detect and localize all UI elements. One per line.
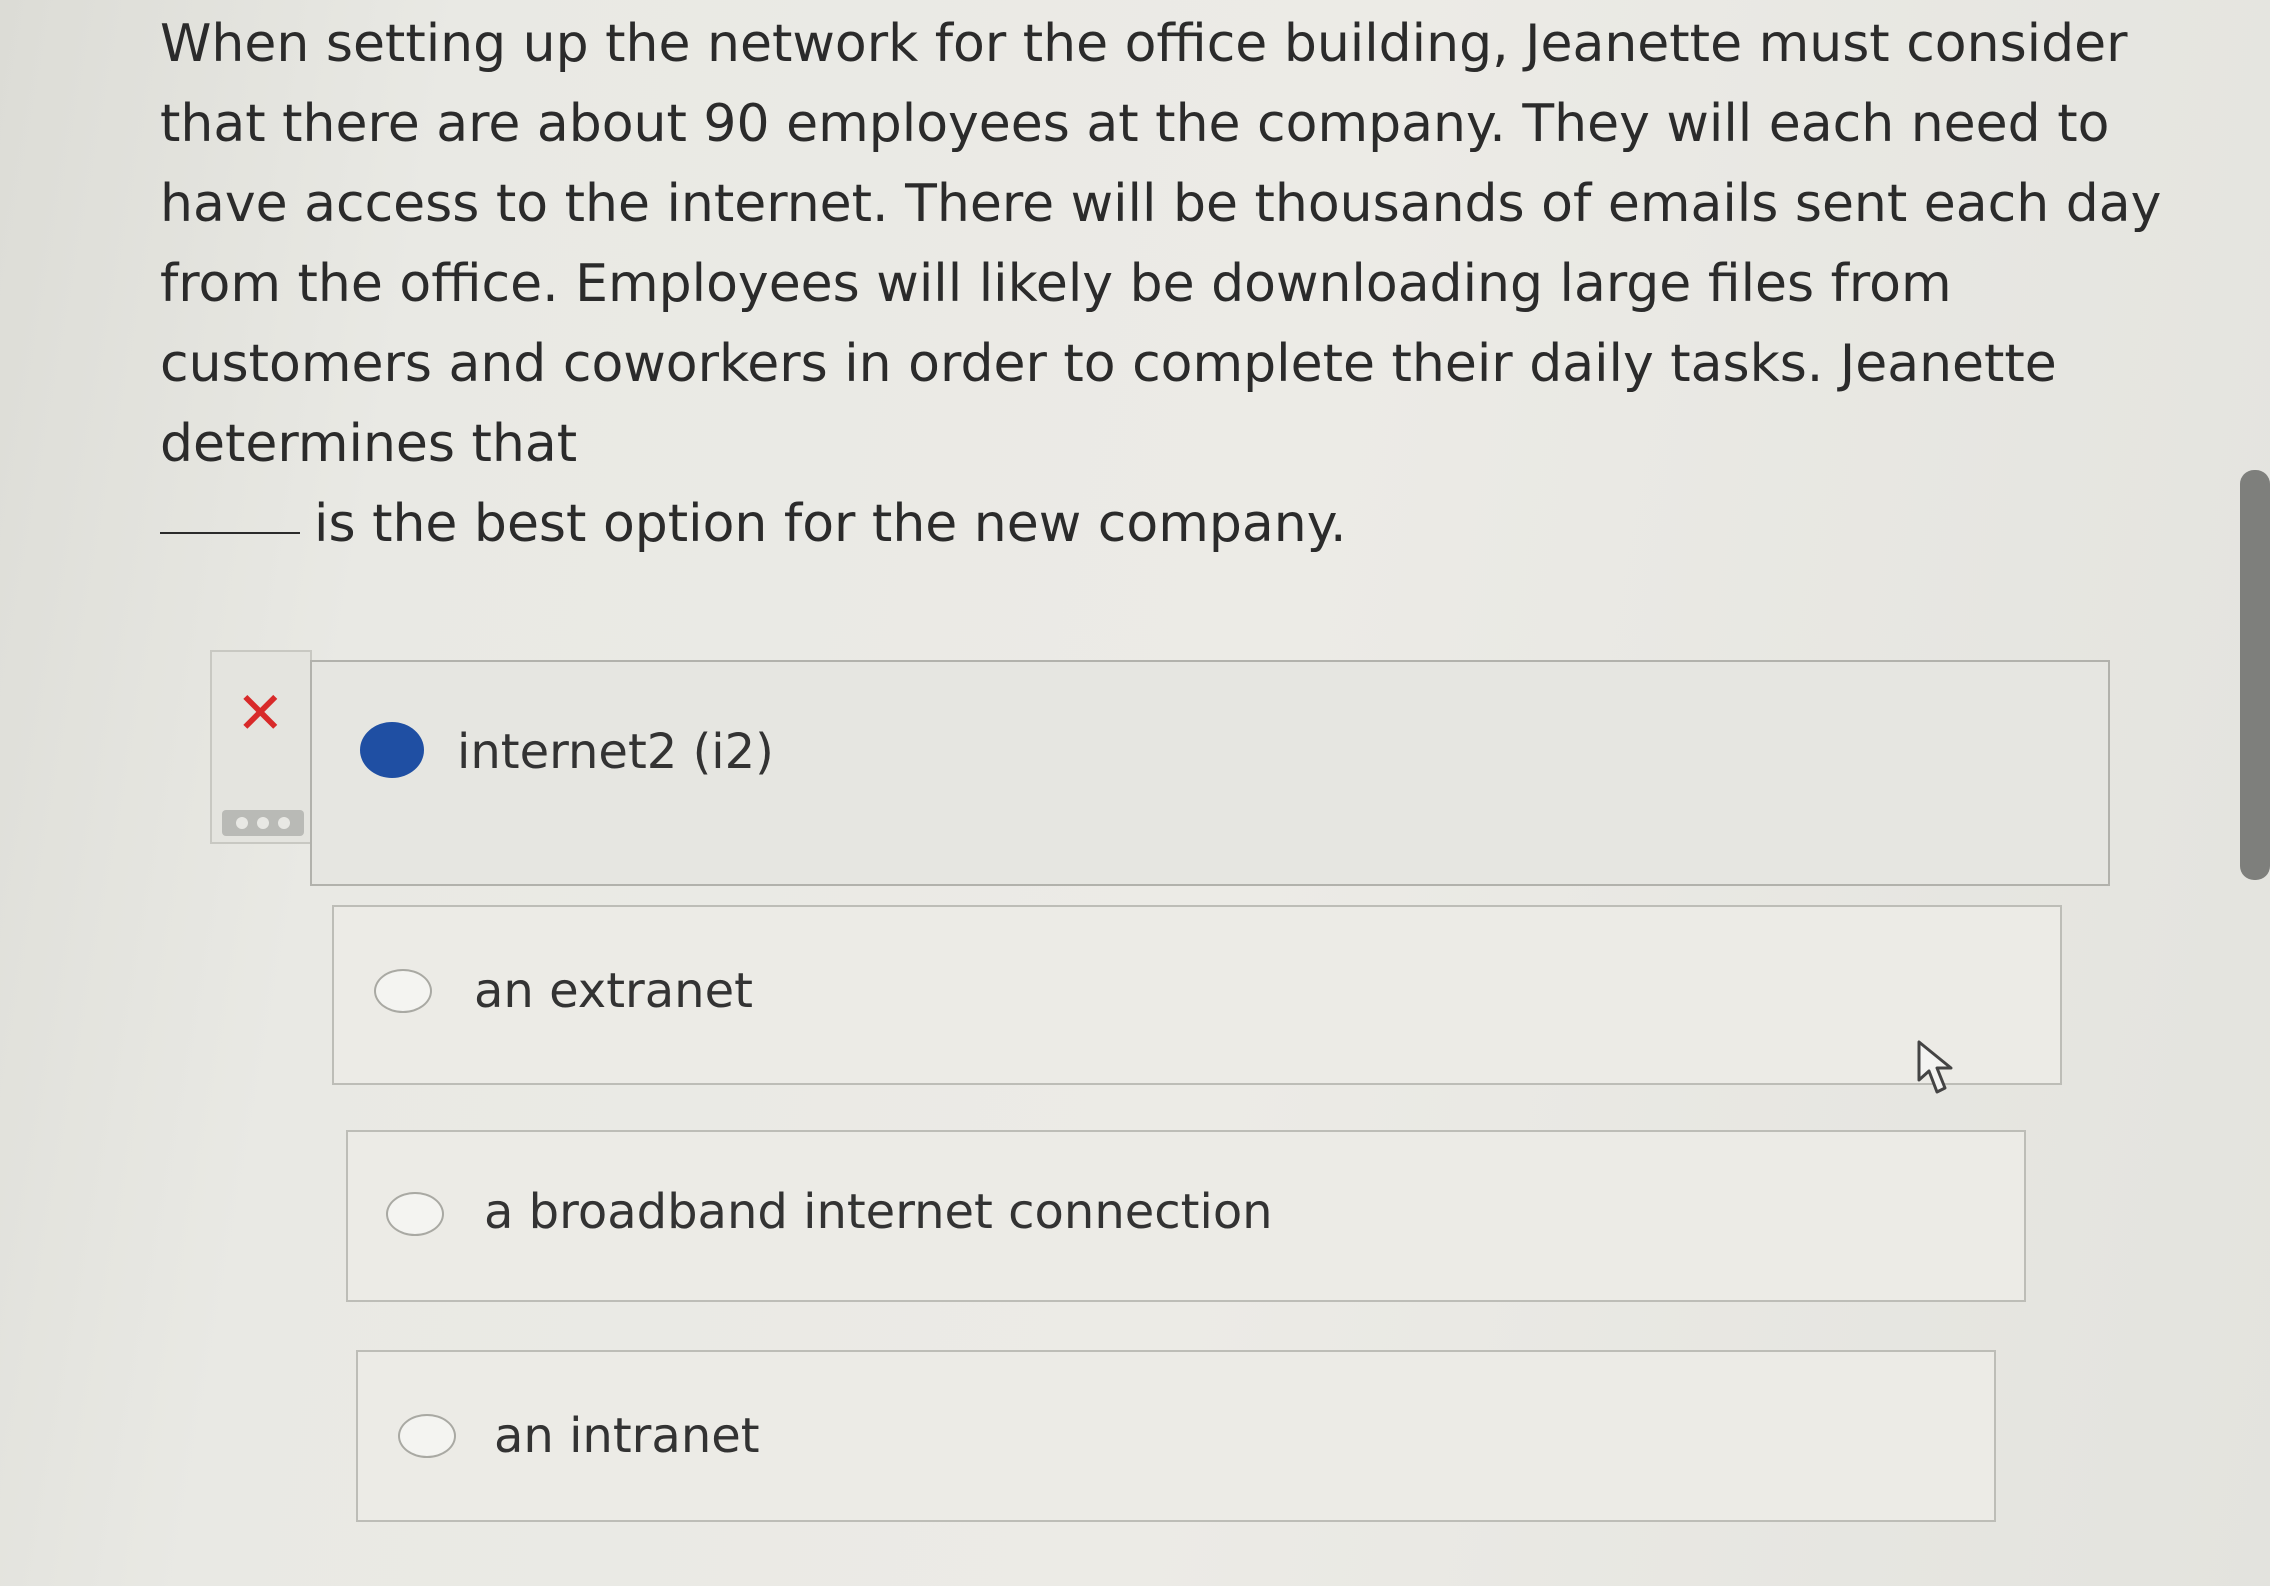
option-intranet[interactable]: an intranet — [356, 1350, 1996, 1522]
option-extranet[interactable]: an extranet — [332, 905, 2062, 1085]
scrollbar-thumb[interactable] — [2240, 470, 2270, 880]
option-label: internet2 (i2) — [457, 724, 774, 780]
mouse-pointer-icon — [1917, 1040, 1953, 1094]
question-text: When setting up the network for the offi… — [160, 4, 2210, 564]
radio-button[interactable] — [374, 969, 432, 1013]
option-label: an extranet — [474, 963, 753, 1019]
question-text-after: is the best option for the new company. — [314, 494, 1347, 554]
radio-selected[interactable] — [360, 722, 424, 778]
answer-blank — [160, 532, 300, 534]
ellipsis-icon[interactable] — [222, 810, 304, 836]
option-label: a broadband internet connection — [484, 1184, 1273, 1240]
radio-button[interactable] — [398, 1414, 456, 1458]
option-broadband[interactable]: a broadband internet connection — [346, 1130, 2026, 1302]
option-label: an intranet — [494, 1408, 760, 1464]
option-internet2[interactable]: internet2 (i2) — [310, 660, 2110, 886]
question-text-before: When setting up the network for the offi… — [160, 14, 2162, 474]
x-icon: ✕ — [236, 679, 285, 747]
radio-button[interactable] — [386, 1192, 444, 1236]
answer-feedback: ✕ — [210, 650, 312, 844]
